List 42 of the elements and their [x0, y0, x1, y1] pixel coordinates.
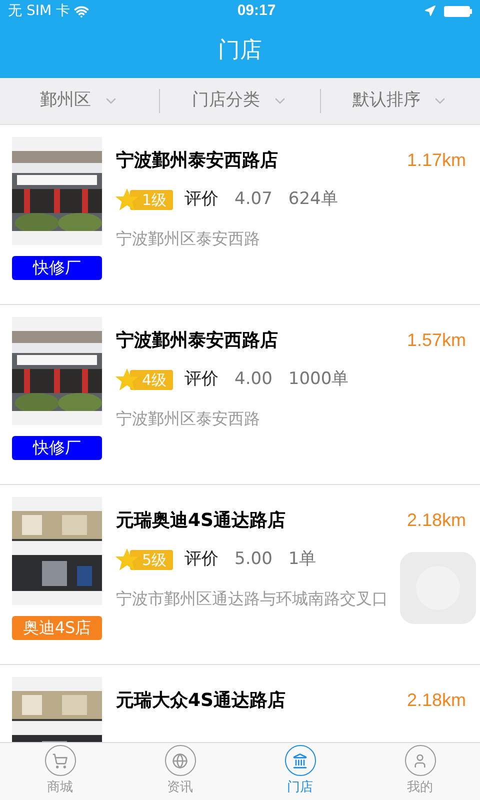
order-count: 1000单: [288, 368, 349, 391]
battery-icon: [444, 6, 472, 16]
filter-dropdown[interactable]: 默认排序: [320, 88, 480, 114]
distance-text: 1.57km: [406, 329, 466, 352]
filter-dropdown[interactable]: 门店分类: [160, 88, 320, 114]
order-count: 624单: [288, 188, 338, 211]
rating-label: 评价: [184, 548, 219, 571]
cart-icon: [44, 745, 76, 776]
distance-text: 2.18km: [406, 689, 466, 712]
store-item[interactable]: 快修厂 宁波鄞州泰安西路店 1.57km 4级 评价 4.00 1000单 宁波鄞州区泰安西路: [0, 305, 480, 485]
rating-score: 5.00: [234, 548, 272, 571]
store-name: 宁波鄞州泰安西路店: [116, 149, 278, 173]
page-title: 门店: [218, 36, 262, 64]
carrier-text: 无 SIM 卡: [8, 2, 70, 20]
rating-score: 4.00: [234, 368, 272, 391]
store-address: 宁波鄞州区泰安西路: [116, 228, 261, 250]
clock-text: 09:17: [237, 0, 276, 21]
location-icon: [424, 5, 436, 17]
rating-label: 评价: [184, 188, 219, 211]
store-address: 宁波市鄞州区通达路与环城南路交叉口: [116, 588, 389, 610]
store-type-tag: 快修厂: [12, 256, 102, 280]
store-type-tag: 快修厂: [12, 436, 102, 460]
store-address: 宁波鄞州区泰安西路: [116, 408, 261, 430]
rating-label: 评价: [184, 368, 219, 391]
tab-item[interactable]: 商城: [0, 743, 120, 800]
store-name: 宁波鄞州泰安西路店: [116, 329, 278, 353]
user-icon: [404, 745, 436, 776]
store-type-tag: 奥迪4S店: [12, 616, 102, 640]
store-name: 元瑞大众4S通达路店: [116, 689, 286, 713]
store-item[interactable]: 快修厂 宁波鄞州泰安西路店 1.17km 1级 评价 4.07 624单 宁波鄞州区泰安西路: [0, 125, 480, 305]
globe-icon: [164, 745, 196, 776]
filter-dropdown[interactable]: 鄞州区: [0, 88, 160, 114]
tab-item[interactable]: 资讯: [120, 743, 240, 800]
order-count: 1单: [288, 548, 316, 571]
distance-text: 1.17km: [406, 149, 466, 172]
bank-icon: [284, 745, 316, 776]
distance-text: 2.18km: [406, 509, 466, 532]
wifi-icon: [74, 4, 89, 18]
tab-item[interactable]: 我的: [360, 743, 480, 800]
tab-item[interactable]: 门店: [240, 743, 360, 800]
store-name: 元瑞奥迪4S通达路店: [116, 509, 286, 533]
rating-score: 4.07: [234, 188, 272, 211]
